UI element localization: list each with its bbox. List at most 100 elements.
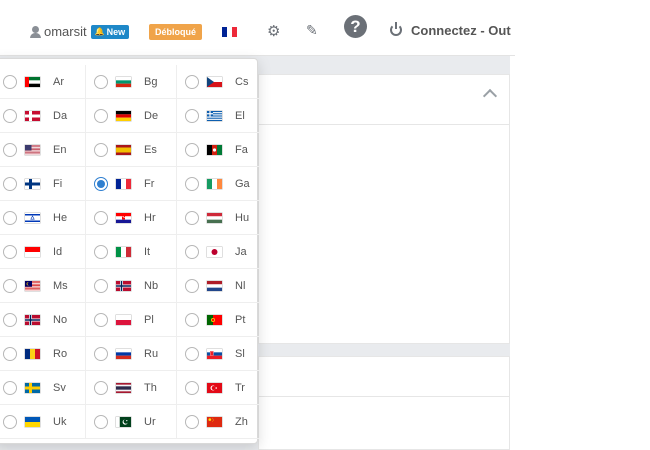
language-code: Ja — [235, 245, 247, 258]
language-option[interactable]: El — [177, 99, 259, 133]
language-radio[interactable] — [3, 244, 17, 259]
language-radio[interactable] — [185, 312, 199, 327]
language-option[interactable]: De — [86, 99, 177, 133]
language-radio[interactable] — [185, 278, 199, 293]
language-radio[interactable] — [94, 176, 108, 191]
user-menu[interactable]: omarsit 🔔 New — [30, 24, 130, 39]
language-code: Nb — [144, 279, 159, 292]
flag-ae-icon — [25, 76, 40, 87]
question-circle-icon[interactable]: ? — [344, 15, 367, 38]
language-option[interactable]: Tr — [177, 371, 259, 405]
language-radio[interactable] — [185, 244, 199, 259]
language-radio[interactable] — [94, 74, 108, 89]
username: omarsit — [44, 24, 87, 39]
flag-af-icon — [207, 144, 222, 155]
language-radio[interactable] — [94, 142, 108, 157]
language-option[interactable]: Ar — [0, 65, 86, 99]
language-option[interactable]: Id — [0, 235, 86, 269]
language-radio[interactable] — [3, 176, 17, 191]
top-navbar: omarsit 🔔 New Débloqué ⚙ ✎ ? Connectez -… — [0, 0, 515, 56]
language-option[interactable]: Sv — [0, 371, 86, 405]
language-option[interactable]: Pl — [86, 303, 177, 337]
flag-pl-icon — [116, 314, 131, 325]
language-option[interactable]: Hr — [86, 201, 177, 235]
language-option[interactable]: Fi — [0, 167, 86, 201]
flag-se-icon — [25, 382, 40, 393]
unlocked-badge[interactable]: Débloqué — [149, 24, 203, 40]
language-code: Uk — [53, 415, 67, 428]
language-radio[interactable] — [185, 108, 199, 123]
language-radio[interactable] — [3, 380, 17, 395]
language-radio[interactable] — [94, 278, 108, 293]
language-option[interactable]: En — [0, 133, 86, 167]
language-option[interactable]: No — [0, 303, 86, 337]
flag-jp-icon — [207, 246, 222, 257]
language-option[interactable]: Pt — [177, 303, 259, 337]
language-radio[interactable] — [3, 74, 17, 89]
power-icon[interactable] — [390, 22, 402, 36]
language-option[interactable]: Hu — [177, 201, 259, 235]
language-radio[interactable] — [185, 414, 199, 429]
language-radio[interactable] — [3, 414, 17, 429]
language-radio[interactable] — [3, 312, 17, 327]
language-radio[interactable] — [185, 210, 199, 225]
language-radio[interactable] — [3, 210, 17, 225]
language-option[interactable]: Zh — [177, 405, 259, 439]
language-radio[interactable] — [3, 142, 17, 157]
language-radio[interactable] — [3, 278, 17, 293]
flag-nl-icon — [207, 280, 222, 291]
flag-cn-icon — [207, 416, 222, 427]
flag-ua-icon — [25, 416, 40, 427]
cogs-icon[interactable]: ⚙ — [267, 22, 280, 40]
language-option[interactable]: It — [86, 235, 177, 269]
language-option[interactable]: Ur — [86, 405, 177, 439]
language-option[interactable]: Ms — [0, 269, 86, 303]
language-code: Hu — [235, 211, 250, 224]
language-flag-toggle[interactable] — [222, 27, 237, 37]
language-radio[interactable] — [94, 244, 108, 259]
flag-pk-icon — [116, 416, 131, 427]
language-radio[interactable] — [185, 142, 199, 157]
language-radio[interactable] — [94, 108, 108, 123]
language-radio[interactable] — [3, 108, 17, 123]
logout-link[interactable]: Connectez - Out — [411, 23, 511, 38]
language-option[interactable]: He — [0, 201, 86, 235]
language-option[interactable]: Nb — [86, 269, 177, 303]
language-code: Hr — [144, 211, 156, 224]
language-radio[interactable] — [94, 380, 108, 395]
language-option[interactable]: Es — [86, 133, 177, 167]
brush-icon[interactable]: ✎ — [306, 22, 318, 39]
language-option[interactable]: Ja — [177, 235, 259, 269]
language-option[interactable]: Ru — [86, 337, 177, 371]
language-option[interactable]: Sl — [177, 337, 259, 371]
language-code: Nl — [235, 279, 246, 292]
language-radio[interactable] — [185, 380, 199, 395]
language-option[interactable]: Nl — [177, 269, 259, 303]
language-option[interactable]: Da — [0, 99, 86, 133]
language-radio[interactable] — [185, 346, 199, 361]
new-badge[interactable]: 🔔 New — [90, 24, 130, 39]
language-code: Ga — [235, 177, 250, 190]
language-radio[interactable] — [94, 312, 108, 327]
flag-no-icon — [116, 280, 131, 291]
language-option[interactable]: Bg — [86, 65, 177, 99]
language-dropdown: Ar Bg Cs Da De El En Es Fa Fi Fr Ga He Hr Hu Id It Ja Ms Nb… — [0, 58, 259, 444]
language-radio[interactable] — [94, 414, 108, 429]
flag-tr-icon — [207, 382, 222, 393]
language-option[interactable]: Cs — [177, 65, 259, 99]
language-radio[interactable] — [94, 346, 108, 361]
language-grid: Ar Bg Cs Da De El En Es Fa Fi Fr Ga He Hr Hu Id It Ja Ms Nb… — [0, 65, 259, 439]
language-radio[interactable] — [185, 74, 199, 89]
language-option[interactable]: Fa — [177, 133, 259, 167]
language-option[interactable]: Th — [86, 371, 177, 405]
language-radio[interactable] — [185, 176, 199, 191]
language-option[interactable]: Fr — [86, 167, 177, 201]
language-option[interactable]: Uk — [0, 405, 86, 439]
bell-icon: 🔔 — [94, 27, 105, 36]
right-margin — [510, 0, 650, 450]
language-code: Pt — [235, 313, 246, 326]
language-option[interactable]: Ro — [0, 337, 86, 371]
language-radio[interactable] — [3, 346, 17, 361]
language-option[interactable]: Ga — [177, 167, 259, 201]
language-radio[interactable] — [94, 210, 108, 225]
